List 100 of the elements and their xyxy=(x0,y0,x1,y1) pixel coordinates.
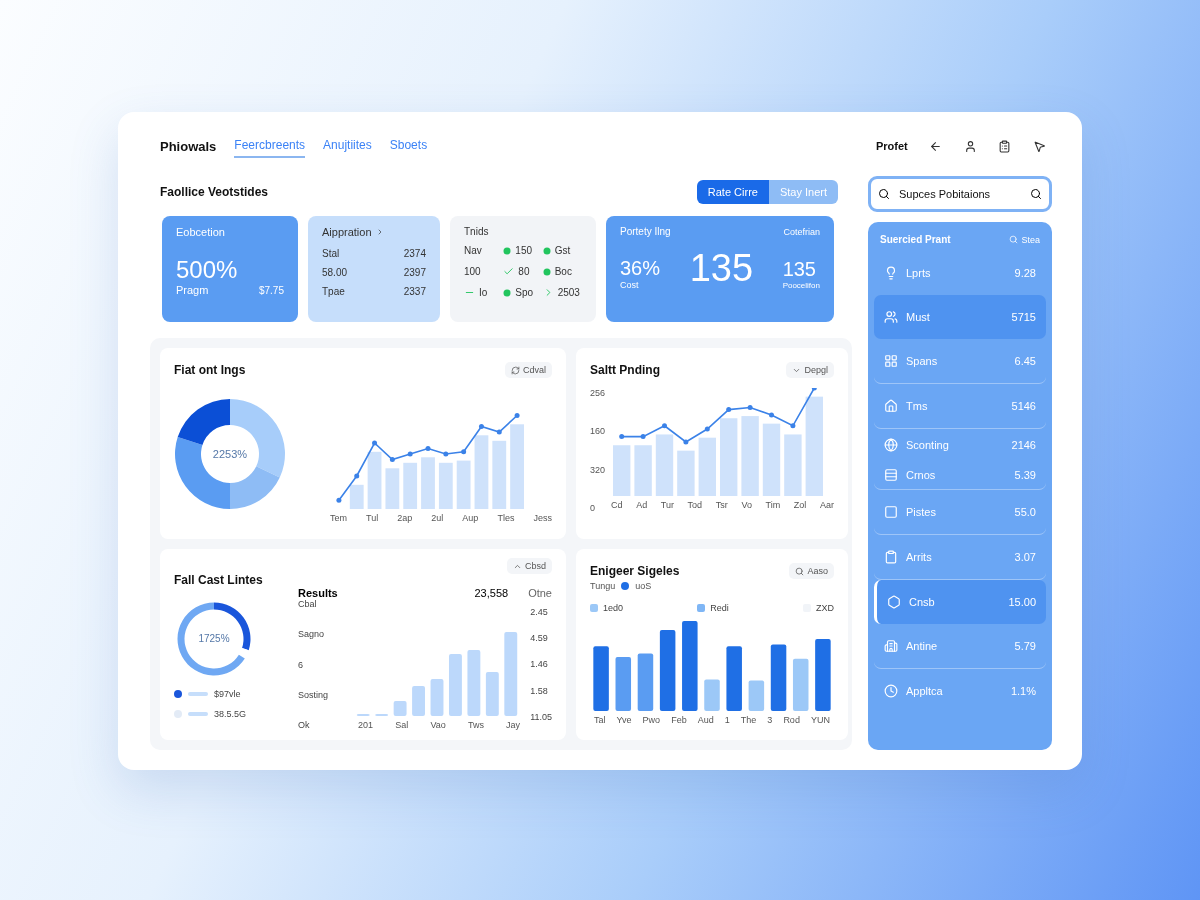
chart-bar xyxy=(655,434,674,496)
stat-value: 2397 xyxy=(403,267,426,278)
axis-label: 2ul xyxy=(431,512,444,523)
chart-bar xyxy=(748,680,765,711)
axis-label: Aar xyxy=(819,500,834,510)
chart-point xyxy=(726,407,732,413)
stat-value: 135 xyxy=(782,258,817,281)
row-label: Cbal xyxy=(298,599,318,609)
axis-label: Aup xyxy=(462,512,479,523)
back-arrow-icon[interactable] xyxy=(929,139,943,153)
list-item-label: Must xyxy=(906,311,931,323)
stat-value: 2337 xyxy=(403,286,426,297)
stat-cell-text: 150 xyxy=(515,245,532,256)
stat-cell-text: Io xyxy=(479,287,488,298)
list-item-label: Crnos xyxy=(906,469,937,481)
series-label: Tungu xyxy=(590,581,616,591)
row-label: Sagno xyxy=(298,629,326,640)
legend-line xyxy=(188,691,208,696)
axis-label: 2.45 xyxy=(530,607,549,618)
list-item-label: Arrits xyxy=(906,551,933,563)
list-item[interactable]: Lprts 9.28 xyxy=(874,251,1046,295)
axis-label: 0 xyxy=(590,503,596,513)
axis-label: Tul xyxy=(366,512,379,523)
list-item[interactable]: Pistes 55.0 xyxy=(874,490,1046,535)
list-item-label: Antine xyxy=(906,640,939,652)
list-item[interactable]: Tms 5146 xyxy=(874,384,1046,429)
segment-button[interactable]: Stay Inert xyxy=(768,180,838,204)
chart-bar xyxy=(456,460,471,509)
chart-point xyxy=(461,448,467,454)
axis-label: 3 xyxy=(767,715,773,725)
list-item[interactable]: Appltca 1.1% xyxy=(874,669,1046,713)
list-item-value: 3.07 xyxy=(1014,551,1036,563)
chart-bar xyxy=(492,440,507,509)
nav-tab[interactable]: Anujtiites xyxy=(323,134,372,158)
axis-label: Tim xyxy=(765,500,781,510)
axis-label: Tod xyxy=(687,500,703,510)
list-item-icon xyxy=(884,468,898,482)
axis-label: The xyxy=(740,715,757,725)
axis-label: Feb xyxy=(671,715,687,725)
panel-title: Fall Cast Lintes xyxy=(174,573,263,587)
legend-label: 38.5.5G xyxy=(214,708,247,719)
axis-label: 11.05 xyxy=(530,711,552,722)
legend-line xyxy=(188,711,208,716)
list-item-icon xyxy=(884,639,898,653)
chart-point xyxy=(443,451,449,456)
chart-bar xyxy=(467,650,481,716)
axis-label: YUN xyxy=(810,715,830,725)
pointer-icon[interactable] xyxy=(1032,139,1046,153)
panel-action-button[interactable]: Aaso xyxy=(789,563,834,579)
status-dot-icon xyxy=(542,267,551,276)
list-item[interactable]: Crnos 5.39 xyxy=(874,461,1046,490)
list-item-value: 9.28 xyxy=(1014,267,1036,279)
list-item-icon xyxy=(884,438,898,452)
results-unit: Otne xyxy=(528,587,552,599)
list-item[interactable]: Spans 6.45 xyxy=(874,339,1046,384)
search-icon xyxy=(878,188,890,200)
search-field[interactable]: Supces Pobitaions xyxy=(868,176,1052,212)
stat-subtitle: Cotefrian xyxy=(783,226,820,237)
list-item-icon xyxy=(884,354,898,368)
axis-label: Tur xyxy=(660,500,674,510)
chart-point xyxy=(389,456,395,462)
chart-point xyxy=(811,388,817,391)
brand-name: Phiowals xyxy=(160,138,217,154)
panel-action-button[interactable]: Cbsd xyxy=(507,558,552,574)
axis-label: Tsr xyxy=(715,500,728,510)
chart-bar xyxy=(784,434,802,496)
stat-cell-text: 2503 xyxy=(557,287,580,298)
list-action[interactable]: Stea xyxy=(1021,234,1040,245)
chart-bar xyxy=(698,437,717,496)
chart-point xyxy=(769,412,775,418)
panel-action-button[interactable]: Depgl xyxy=(786,362,834,378)
panel-action-button[interactable]: Cdval xyxy=(505,362,552,378)
search-icon[interactable] xyxy=(1030,188,1042,200)
axis-label: Sal xyxy=(395,720,409,730)
panel-title: Fiat ont Ings xyxy=(174,363,246,377)
chart-point xyxy=(407,451,413,456)
list-item-label: Spans xyxy=(906,355,939,367)
list-item[interactable]: Sconting 2146 xyxy=(874,429,1046,461)
list-item-icon xyxy=(884,310,898,324)
chart-bar xyxy=(792,658,809,711)
list-item[interactable]: Cnsb 15.00 xyxy=(874,580,1046,624)
panel-title: Enigeer Sigeles xyxy=(590,564,680,578)
status-dot-icon xyxy=(503,288,512,297)
axis-label: Cd xyxy=(611,500,623,510)
stat-cell-text: 80 xyxy=(518,266,530,277)
clipboard-icon[interactable] xyxy=(998,139,1012,153)
user-icon[interactable] xyxy=(963,139,977,153)
chart-bar xyxy=(349,484,364,509)
list-item-label: Lprts xyxy=(906,267,932,279)
nav-tab[interactable]: Sboets xyxy=(389,134,428,158)
nav-tab[interactable]: Feercbreents xyxy=(234,134,306,158)
chart-point xyxy=(496,429,502,434)
stat-cell-text: 100 xyxy=(464,266,481,277)
stat-label: Stal xyxy=(322,248,340,259)
list-item[interactable]: Must 5715 xyxy=(874,295,1046,339)
stat-label: Cost xyxy=(620,280,640,290)
stat-amount: $7.75 xyxy=(258,284,284,296)
chart-bar xyxy=(385,467,400,509)
list-item[interactable]: Antine 5.79 xyxy=(874,624,1046,669)
segment-button[interactable]: Rate Cirre xyxy=(696,180,769,204)
